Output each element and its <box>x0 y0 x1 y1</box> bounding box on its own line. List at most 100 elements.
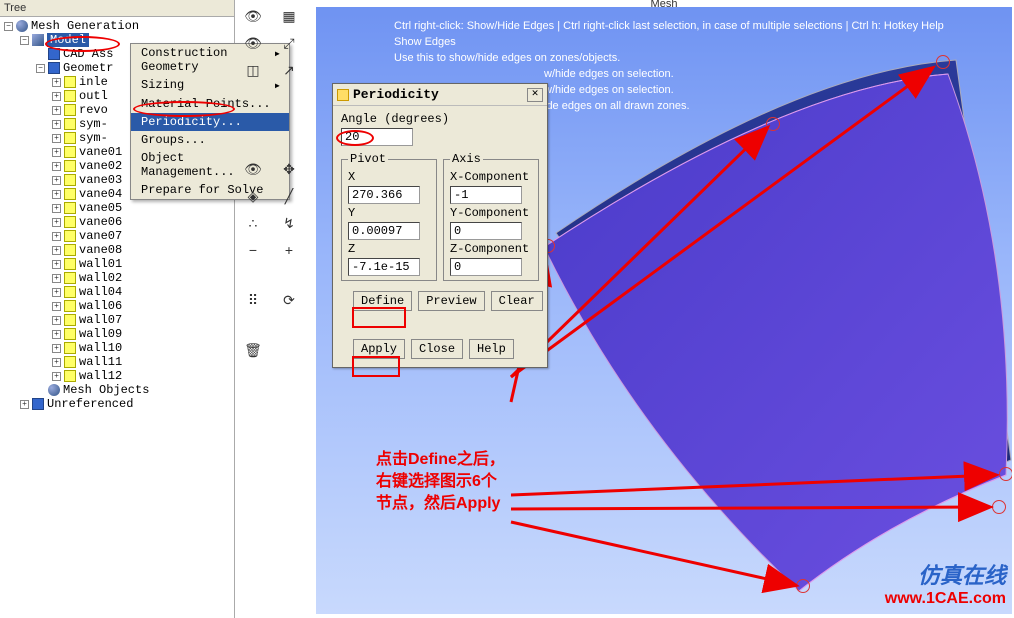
tool-dot-icon[interactable]: ∴ <box>243 213 263 233</box>
expand-icon[interactable]: + <box>52 302 61 311</box>
expand-icon[interactable]: + <box>52 316 61 325</box>
tree-item[interactable]: +wall09 <box>4 327 234 341</box>
tree-item[interactable]: + wall12 <box>4 369 234 383</box>
expand-icon[interactable]: + <box>52 78 61 87</box>
expand-icon[interactable]: + <box>52 358 61 367</box>
tool-expand-icon[interactable]: ⤢ <box>279 33 299 53</box>
expand-icon[interactable]: + <box>52 330 61 339</box>
axis-group: Axis X-Component Y-Component Z-Component <box>443 152 539 281</box>
tree-item[interactable]: +wall07 <box>4 313 234 327</box>
tree-item[interactable]: +vane08 <box>4 243 234 257</box>
expand-icon[interactable]: + <box>52 162 61 171</box>
tree-item[interactable]: +wall10 <box>4 341 234 355</box>
tree-item-label: vane07 <box>79 229 122 243</box>
tool-select-icon[interactable]: ◫ <box>243 60 263 80</box>
tool-cube-icon[interactable]: ◈ <box>243 186 263 206</box>
tree-mesh-objects[interactable]: Mesh Objects <box>63 383 149 397</box>
tool-refresh-icon[interactable]: ⟳ <box>279 290 299 310</box>
viewport-title: Mesh <box>316 0 1012 10</box>
angle-input[interactable] <box>341 128 413 146</box>
tool-move-icon[interactable]: ✥ <box>279 159 299 179</box>
tree-item-label: wall12 <box>79 369 122 383</box>
axis-x-input[interactable] <box>450 186 522 204</box>
tree-root[interactable]: Mesh Generation <box>31 19 139 33</box>
axis-legend: Axis <box>450 152 483 166</box>
tree-unreferenced[interactable]: Unreferenced <box>47 397 133 411</box>
expand-icon[interactable]: − <box>36 64 45 73</box>
preview-button[interactable]: Preview <box>418 291 484 311</box>
tree-item-label: outl <box>79 89 108 103</box>
expand-icon[interactable]: + <box>52 274 61 283</box>
tree-item[interactable]: +wall01 <box>4 257 234 271</box>
cad-icon <box>48 48 60 60</box>
help-button[interactable]: Help <box>469 339 514 359</box>
pivot-z-input[interactable] <box>348 258 420 276</box>
expand-icon[interactable]: + <box>52 120 61 129</box>
axis-z-input[interactable] <box>450 258 522 276</box>
tree-item[interactable]: +vane06 <box>4 215 234 229</box>
expand-icon[interactable]: + <box>20 400 29 409</box>
tree-item[interactable]: + vane07 <box>4 229 234 243</box>
node-marker <box>796 579 810 593</box>
tree-item[interactable]: +wall11 <box>4 355 234 369</box>
object-icon <box>64 118 76 130</box>
object-icon <box>64 370 76 382</box>
expand-icon[interactable]: + <box>52 288 61 297</box>
object-icon <box>64 314 76 326</box>
pivot-y-input[interactable] <box>348 222 420 240</box>
close-icon[interactable]: ✕ <box>527 88 543 102</box>
tool-dots-icon[interactable]: ⠿ <box>243 290 263 310</box>
tool-eye2-icon[interactable]: 👁 <box>243 33 263 53</box>
expand-icon[interactable]: + <box>52 106 61 115</box>
tree-cad[interactable]: CAD Ass <box>63 47 113 61</box>
expand-icon[interactable]: + <box>52 190 61 199</box>
mesh-gen-icon <box>16 20 28 32</box>
object-icon <box>64 174 76 186</box>
expand-icon[interactable]: + <box>52 148 61 157</box>
annotation-text: 点击Define之后， 右键选择图示6个 节点，然后Apply <box>376 449 505 515</box>
tree-item[interactable]: + wall04 <box>4 285 234 299</box>
tree-item[interactable]: +wall06 <box>4 299 234 313</box>
tool-plus-icon[interactable]: + <box>279 240 299 260</box>
expand-icon[interactable]: + <box>52 92 61 101</box>
tree-model[interactable]: Model <box>47 33 89 47</box>
clear-button[interactable]: Clear <box>491 291 543 311</box>
expand-icon[interactable]: + <box>52 260 61 269</box>
object-icon <box>64 216 76 228</box>
expand-icon[interactable]: + <box>52 176 61 185</box>
expand-icon[interactable]: + <box>52 232 61 241</box>
tool-trash-icon[interactable]: 🗑 <box>243 340 263 360</box>
expand-icon[interactable]: + <box>52 344 61 353</box>
tool-line-icon[interactable]: ╱ <box>279 186 299 206</box>
expand-icon[interactable]: + <box>52 218 61 227</box>
angle-label: Angle (degrees) <box>341 112 539 126</box>
expand-icon[interactable]: − <box>20 36 29 45</box>
object-icon <box>64 328 76 340</box>
tool-minus-icon[interactable]: − <box>243 240 263 260</box>
close-button[interactable]: Close <box>411 339 463 359</box>
expand-icon[interactable]: + <box>52 246 61 255</box>
tool-eye-icon[interactable]: 👁 <box>243 6 263 26</box>
object-icon <box>64 202 76 214</box>
tree-geom[interactable]: Geometr <box>63 61 113 75</box>
tool-grid-icon[interactable]: ▦ <box>279 6 299 26</box>
tree-item-label: vane03 <box>79 173 122 187</box>
expand-icon[interactable]: + <box>52 134 61 143</box>
tree-item-label: wall04 <box>79 285 122 299</box>
object-icon <box>64 146 76 158</box>
mesh-obj-icon <box>48 384 60 396</box>
expand-icon[interactable]: + <box>52 372 61 381</box>
dialog-titlebar[interactable]: Periodicity ✕ <box>333 84 547 106</box>
object-icon <box>64 300 76 312</box>
tool-eye3-icon[interactable]: 👁 <box>243 159 263 179</box>
axis-y-input[interactable] <box>450 222 522 240</box>
tree-item-label: revo <box>79 103 108 117</box>
tool-arrow-icon[interactable]: ↗ <box>279 60 299 80</box>
pivot-x-input[interactable] <box>348 186 420 204</box>
tree-item[interactable]: +wall02 <box>4 271 234 285</box>
tree-item[interactable]: +vane05 <box>4 201 234 215</box>
expand-icon[interactable]: + <box>52 204 61 213</box>
expand-icon[interactable]: − <box>4 22 13 31</box>
tool-axes-icon[interactable]: ↯ <box>279 213 299 233</box>
geom-icon <box>48 62 60 74</box>
